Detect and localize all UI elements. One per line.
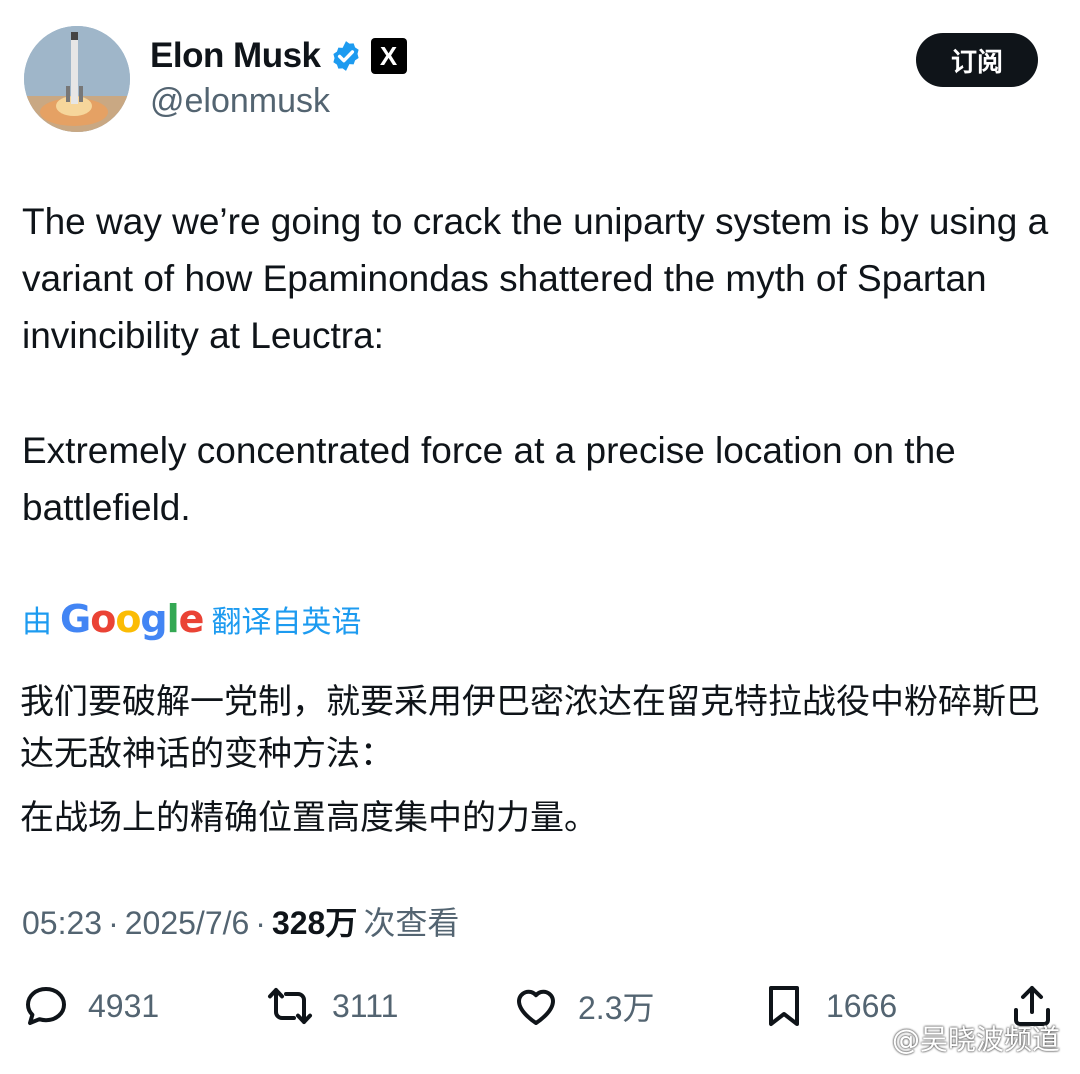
like-count: 2.3万	[578, 990, 655, 1026]
translated-paragraph: 我们要破解一党制，就要采用伊巴密浓达在留克特拉战役中粉碎斯巴达无敌神话的变种方法…	[20, 682, 1040, 774]
bookmark-icon	[769, 986, 799, 1026]
x-affiliate-badge-icon[interactable]: X	[370, 38, 407, 74]
separator-dot: ·	[108, 905, 119, 941]
repost-count: 3111	[332, 987, 399, 1024]
like-button[interactable]: 2.3万	[512, 982, 655, 1030]
author-handle[interactable]: @elonmusk	[150, 82, 330, 121]
reply-button[interactable]: 4931	[22, 982, 159, 1030]
reply-count: 4931	[88, 987, 160, 1024]
separator-dot: ·	[255, 905, 266, 941]
subscribe-button[interactable]: 订阅	[916, 33, 1038, 87]
translation-suffix: 翻译自英语	[211, 606, 362, 639]
heart-icon	[517, 989, 555, 1025]
translated-paragraph: 在战场上的精确位置高度集中的力量。	[20, 798, 598, 838]
bookmark-button[interactable]: 1666	[760, 982, 897, 1030]
tweet-meta: 05:23 · 2025/7/6 · 328万 次查看	[22, 898, 459, 944]
repost-icon	[268, 988, 312, 1024]
watermark: @吴晓波频道	[891, 1023, 1060, 1056]
translation-prefix: 由	[22, 606, 52, 639]
rocket-avatar-image	[24, 26, 130, 132]
view-count-label: 次查看	[363, 905, 460, 941]
tweet-paragraph: The way we’re going to crack the unipart…	[22, 201, 1049, 356]
repost-button[interactable]: 3111	[266, 982, 398, 1030]
avatar[interactable]	[24, 26, 130, 132]
reply-icon	[26, 987, 66, 1025]
tweet-paragraph: Extremely concentrated force at a precis…	[22, 430, 956, 528]
verified-badge-icon[interactable]	[329, 39, 363, 73]
bookmark-count: 1666	[826, 987, 898, 1024]
author-name-row: Elon Musk X	[150, 36, 407, 76]
google-logo: Google	[60, 597, 204, 641]
tweet-date[interactable]: 2025/7/6	[125, 905, 250, 942]
author-name[interactable]: Elon Musk	[150, 36, 321, 76]
view-count: 328万	[271, 905, 358, 941]
tweet-time[interactable]: 05:23	[22, 905, 102, 942]
translation-attribution[interactable]: 由 Google 翻译自英语	[22, 597, 361, 641]
